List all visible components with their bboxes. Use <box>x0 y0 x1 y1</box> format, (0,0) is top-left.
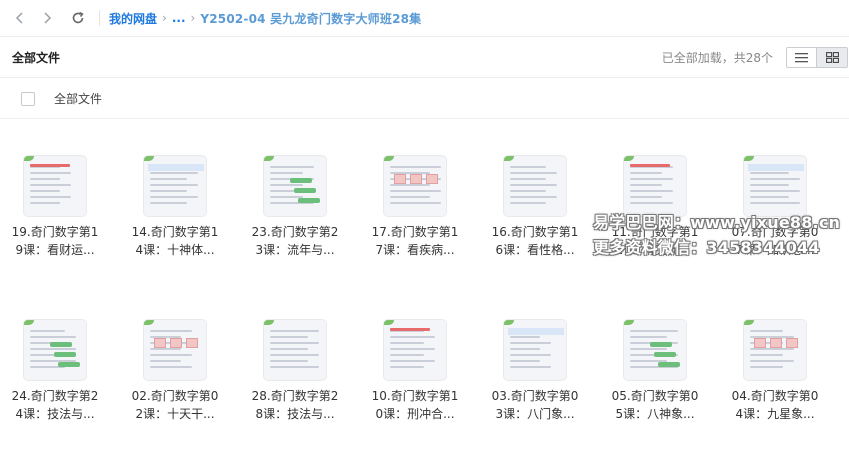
breadcrumb-root-link[interactable]: 我的网盘 <box>109 10 157 27</box>
file-thumbnail <box>383 319 447 381</box>
file-item[interactable]: 02.奇门数字第0 2课：十天干... <box>120 314 230 434</box>
file-item[interactable]: 23.奇门数字第2 3课：流年与... <box>240 150 350 270</box>
file-thumbnail <box>143 319 207 381</box>
file-name-line-2: 4课：十神体... <box>135 243 215 257</box>
watermark-line-2: 更多资料微信：3458344044 <box>593 238 820 257</box>
file-item[interactable]: 28.奇门数字第2 8课：技法与... <box>240 314 350 434</box>
file-name[interactable]: 10.奇门数字第1 0课：刑冲合... <box>360 387 470 423</box>
file-name-line-1: 16.奇门数字第1 <box>491 225 579 239</box>
file-name-line-1: 28.奇门数字第2 <box>251 389 339 403</box>
file-name-line-2: 4课：九星象... <box>735 407 815 421</box>
breadcrumb-ellipsis-link[interactable]: ... <box>172 11 186 25</box>
file-name[interactable]: 14.奇门数字第1 4课：十神体... <box>120 223 230 259</box>
file-name-line-1: 14.奇门数字第1 <box>131 225 219 239</box>
file-item[interactable]: 04.奇门数字第0 4课：九星象... <box>720 314 830 434</box>
grid-view-button[interactable] <box>817 47 848 68</box>
file-name-line-2: 5课：八神象... <box>615 407 695 421</box>
file-name[interactable]: 23.奇门数字第2 3课：流年与... <box>240 223 350 259</box>
back-button[interactable] <box>9 7 31 29</box>
chevron-left-icon <box>15 12 23 24</box>
file-name[interactable]: 16.奇门数字第1 6课：看性格... <box>480 223 590 259</box>
file-thumbnail <box>743 319 807 381</box>
file-name-line-1: 02.奇门数字第0 <box>131 389 219 403</box>
file-name-line-2: 4课：技法与... <box>15 407 95 421</box>
load-status: 已全部加载，共28个 <box>661 51 773 65</box>
file-name-line-1: 24.奇门数字第2 <box>11 389 99 403</box>
forward-button[interactable] <box>36 7 58 29</box>
file-name[interactable]: 17.奇门数字第1 7课：看疾病... <box>360 223 470 259</box>
file-name-line-2: 8课：技法与... <box>255 407 335 421</box>
file-name-line-2: 3课：八门象... <box>495 407 575 421</box>
view-toggle <box>786 47 848 68</box>
file-name-line-1: 10.奇门数字第1 <box>371 389 459 403</box>
file-name[interactable]: 19.奇门数字第1 9课：看财运... <box>0 223 110 259</box>
scrollbar[interactable] <box>841 120 849 465</box>
file-thumbnail <box>743 155 807 217</box>
file-thumbnail <box>263 155 327 217</box>
file-name-line-1: 04.奇门数字第0 <box>731 389 819 403</box>
file-name[interactable]: 24.奇门数字第2 4课：技法与... <box>0 387 110 423</box>
file-list-header: 全部文件 已全部加载，共28个 <box>0 38 849 78</box>
file-name[interactable]: 05.奇门数字第0 5课：八神象... <box>600 387 710 423</box>
file-name[interactable]: 28.奇门数字第2 8课：技法与... <box>240 387 350 423</box>
file-name-line-1: 19.奇门数字第1 <box>11 225 99 239</box>
file-thumbnail <box>383 155 447 217</box>
select-all-checkbox[interactable] <box>21 91 35 106</box>
file-thumbnail <box>623 319 687 381</box>
file-thumbnail <box>23 155 87 217</box>
refresh-button[interactable] <box>67 7 89 29</box>
breadcrumb: 我的网盘 › ... › Y2502-04 吴九龙奇门数字大师班28集 <box>109 10 421 27</box>
file-thumbnail <box>503 319 567 381</box>
file-name-line-2: 0课：刑冲合... <box>375 407 455 421</box>
file-name-line-1: 05.奇门数字第0 <box>611 389 699 403</box>
file-thumbnail <box>503 155 567 217</box>
file-name-line-1: 17.奇门数字第1 <box>371 225 459 239</box>
file-item[interactable]: 19.奇门数字第1 9课：看财运... <box>0 150 110 270</box>
watermark-line-1: 易学巴巴网：www.yixue88.cn <box>593 213 841 232</box>
select-all-row: 全部文件 <box>0 79 849 119</box>
file-name-line-2: 2课：十天干... <box>135 407 215 421</box>
file-name[interactable]: 04.奇门数字第0 4课：九星象... <box>720 387 830 423</box>
file-item[interactable]: 24.奇门数字第2 4课：技法与... <box>0 314 110 434</box>
file-thumbnail <box>623 155 687 217</box>
file-name[interactable]: 03.奇门数字第0 3课：八门象... <box>480 387 590 423</box>
list-view-button[interactable] <box>786 47 817 68</box>
file-name-line-1: 03.奇门数字第0 <box>491 389 579 403</box>
file-name-line-1: 23.奇门数字第2 <box>251 225 339 239</box>
file-thumbnail <box>143 155 207 217</box>
file-item[interactable]: 03.奇门数字第0 3课：八门象... <box>480 314 590 434</box>
file-name-line-2: 7课：看疾病... <box>375 243 455 257</box>
file-item[interactable]: 17.奇门数字第1 7课：看疾病... <box>360 150 470 270</box>
file-name-line-2: 9课：看财运... <box>15 243 95 257</box>
grid-view-icon <box>825 52 839 63</box>
file-item[interactable]: 10.奇门数字第1 0课：刑冲合... <box>360 314 470 434</box>
file-item[interactable]: 05.奇门数字第0 5课：八神象... <box>600 314 710 434</box>
page-title: 全部文件 <box>12 51 61 65</box>
navigation-bar: 我的网盘 › ... › Y2502-04 吴九龙奇门数字大师班28集 <box>0 0 849 37</box>
list-view-icon <box>795 53 808 63</box>
file-thumbnail <box>23 319 87 381</box>
breadcrumb-chevron-icon: › <box>162 11 167 25</box>
nav-divider <box>99 10 100 26</box>
watermark: 易学巴巴网：www.yixue88.cn 更多资料微信：3458344044 <box>593 210 849 260</box>
file-name-line-2: 3课：流年与... <box>255 243 335 257</box>
breadcrumb-chevron-icon: › <box>190 11 196 25</box>
file-name[interactable]: 02.奇门数字第0 2课：十天干... <box>120 387 230 423</box>
file-thumbnail <box>263 319 327 381</box>
breadcrumb-current-folder: Y2502-04 吴九龙奇门数字大师班28集 <box>200 11 422 26</box>
refresh-icon <box>72 11 84 24</box>
file-item[interactable]: 16.奇门数字第1 6课：看性格... <box>480 150 590 270</box>
select-all-label: 全部文件 <box>54 92 103 106</box>
file-item[interactable]: 14.奇门数字第1 4课：十神体... <box>120 150 230 270</box>
chevron-right-icon <box>44 12 52 24</box>
file-name-line-2: 6课：看性格... <box>495 243 575 257</box>
